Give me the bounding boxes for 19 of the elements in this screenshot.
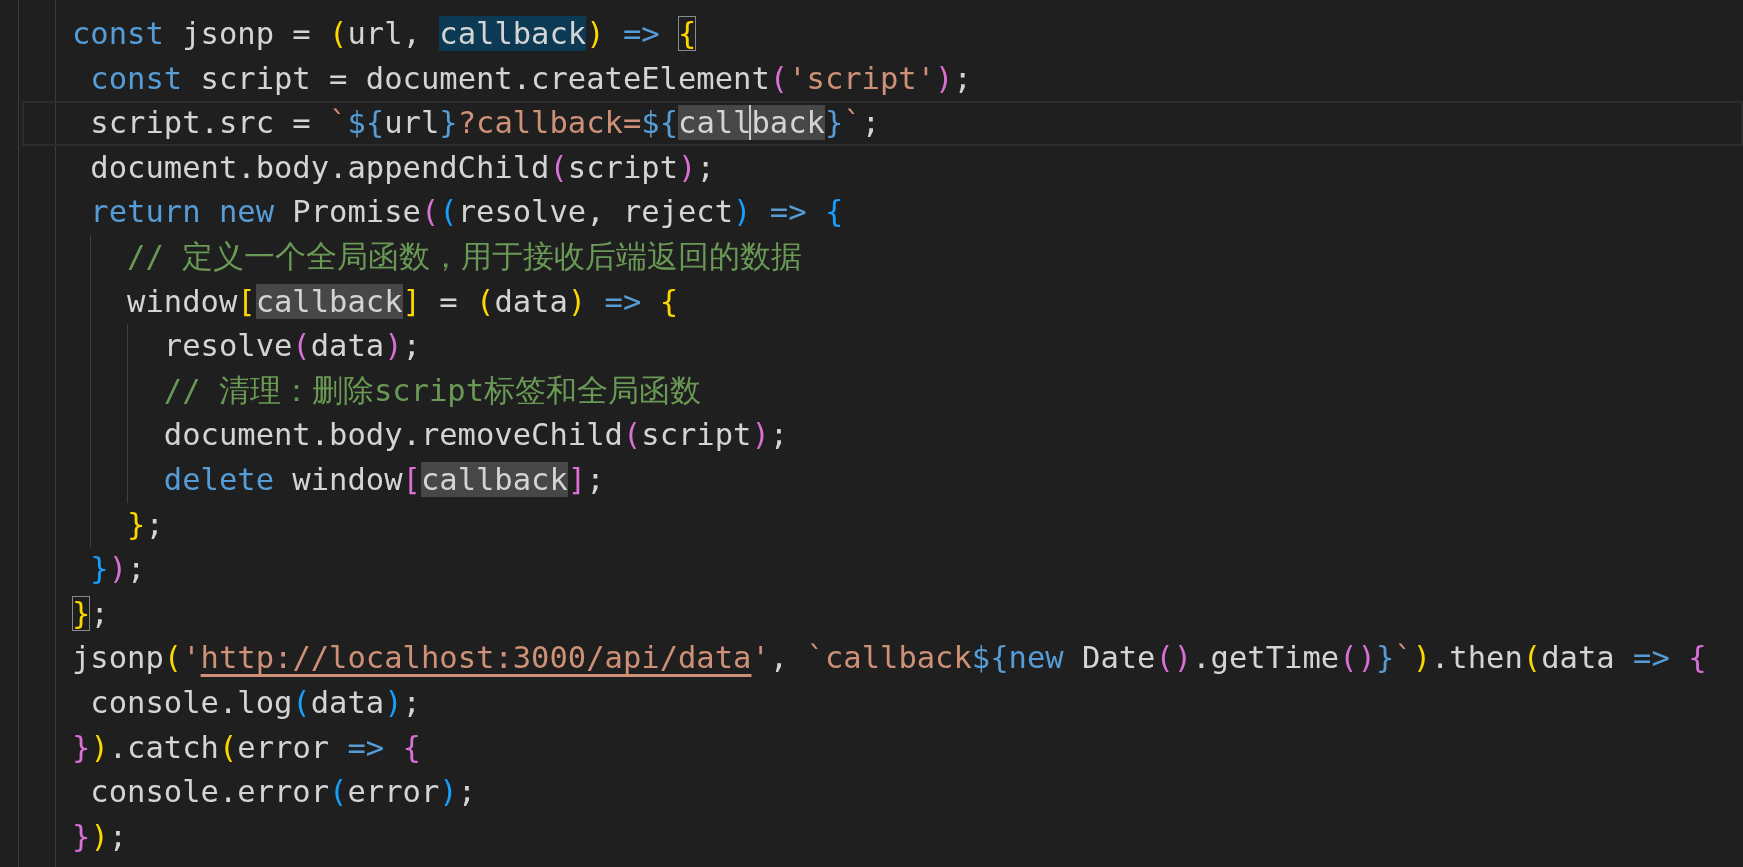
code-line: }); (89, 551, 146, 587)
code-line: resolve(data); (162, 328, 421, 364)
code-line: const script = document.createElement('script'); (89, 60, 972, 96)
code-line: delete window[callback]; (162, 461, 605, 497)
code-line: console.log(data); (89, 684, 421, 720)
code-comment: // 定义一个全局函数，用于接收后端返回的数据 (126, 238, 803, 274)
code-line: }; (72, 595, 109, 631)
code-line: jsonp('http://localhost:3000/api/data', `callback${new Date().getTime()}`).then(data => { (72, 640, 1707, 676)
code-line: script.src = `${url}?callback=${callback}`; (89, 105, 881, 141)
code-line: document.body.removeChild(script); (162, 417, 789, 453)
code-line: window[callback] = (data) => { (126, 283, 679, 319)
code-line: console.error(error); (89, 774, 477, 810)
code-line: return new Promise((resolve, reject) => { (89, 194, 844, 230)
code-line: document.body.appendChild(script); (89, 149, 715, 185)
code-line: }; (126, 506, 164, 542)
code-comment: // 清理：删除script标签和全局函数 (162, 372, 702, 408)
code-line: }).catch(error => { (72, 729, 421, 765)
code-line: }); (72, 818, 128, 854)
code-line: const jsonp = (url, callback) => { (72, 16, 697, 51)
